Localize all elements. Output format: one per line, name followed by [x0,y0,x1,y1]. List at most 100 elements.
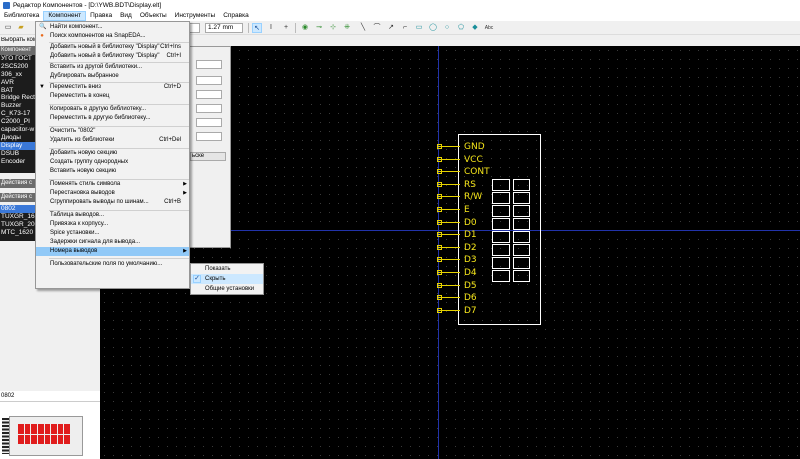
menu-item[interactable]: ▼ Переместить вниз Ctrl+D [36,83,189,92]
menu-item[interactable]: Создать группу однородных [36,158,189,167]
pin-array-icon[interactable]: ⊸ [314,23,324,33]
menu-tools[interactable]: Инструменты [171,11,220,21]
menu-component[interactable]: Компонент [43,11,87,21]
rectangle-icon[interactable]: ▭ [414,23,424,33]
menu-item[interactable]: ● Поиск компонентов на SnapEDA... [36,32,189,41]
submenu-general-settings[interactable]: Общие установки [191,284,263,294]
menu-edit[interactable]: Правка [86,11,116,21]
grid-select[interactable]: 1.27 mm [205,23,243,33]
snapeda-icon: ● [40,33,44,39]
arrow-icon[interactable]: ↗ [386,23,396,33]
menu-item-label: Вставить новую секцию [50,168,117,174]
dialog-field[interactable] [196,76,222,85]
list-item[interactable]: MTC_1620 [0,229,38,237]
list-item-selected[interactable]: Display [0,141,38,150]
menu-item[interactable]: Дублировать выбранное [36,72,189,81]
menu-item[interactable]: Таблица выводов... [36,211,189,220]
pin-group-icon[interactable]: ⊹ [328,23,338,33]
submenu-show[interactable]: Показать [191,264,263,274]
list-item[interactable]: Encoder [0,158,38,166]
menu-item[interactable]: Spice установки... [36,229,189,238]
list-item[interactable]: AVR [0,79,38,87]
list-item[interactable]: TUXGR_162 [0,213,38,221]
list-item[interactable]: C2000_PI [0,118,38,126]
menu-item[interactable]: Копировать в другую библиотеку... [36,105,189,114]
line-icon[interactable]: ╲ [358,23,368,33]
app-icon [3,2,10,9]
display-segments [492,179,530,282]
list-item-selected[interactable]: 0802 [0,205,38,213]
list-item[interactable]: BAT [0,87,38,95]
fill-icon[interactable]: ◆ [470,23,480,33]
submenu-hide[interactable]: ✓ Скрыть [191,274,263,284]
menu-item[interactable]: Вставить новую секцию [36,167,189,176]
checkmark-icon: ✓ [193,275,201,283]
list-item[interactable]: Диоды [0,134,38,142]
list-item[interactable]: УГО ГОСТ [0,55,38,63]
menu-item[interactable]: Перестановка выводов ▶ [36,189,189,198]
bus-icon[interactable]: ⁜ [342,23,352,33]
list-item[interactable]: DSUB [0,150,38,158]
dialog-field[interactable] [196,104,222,113]
dialog-field[interactable] [196,60,222,69]
down-arrow-icon: ▼ [39,84,45,90]
pin-icon[interactable]: ◉ [300,23,310,33]
pin-label: D2 [464,242,477,253]
pin-label: D4 [464,268,477,278]
menu-item[interactable]: Удалить из библиотеки Ctrl+Del [36,136,189,145]
component-list: УГО ГОСТ 2SC5200 306_xx AVR BAT Bridge R… [0,55,38,173]
list-item[interactable]: 2SC5200 [0,63,38,71]
menu-item-shortcut: Ctrl+B [164,199,181,205]
text-icon[interactable]: Abc [484,23,494,33]
menu-item[interactable]: Сгруппировать выводы по шинам... Ctrl+B [36,198,189,207]
actions-header[interactable]: Действия с [0,179,38,188]
pin-label: E [464,205,470,215]
menu-item-shortcut: Ctrl+Ins [160,44,181,50]
menu-item[interactable]: 🔍 Найти компонент... [36,23,189,32]
menu-item[interactable]: Переместить в другую библиотеку... [36,114,189,123]
menu-item[interactable]: Привязка к корпусу... [36,220,189,229]
cross-icon[interactable]: + [281,23,291,33]
pointer-icon[interactable]: ↖ [252,23,262,33]
list-item[interactable]: TUXGR_202 [0,221,38,229]
dialog-button[interactable]: ьскe [190,152,226,161]
pin-label: D3 [464,255,477,266]
menu-item[interactable]: Добавить новый в библиотеку "Display" Ctr… [36,43,189,52]
new-icon[interactable]: ▭ [3,23,13,33]
dialog-field[interactable] [196,132,222,141]
menu-objects[interactable]: Объекты [136,11,171,21]
menu-item[interactable]: Поменять стиль символа ▶ [36,180,189,189]
list-item[interactable]: C_K73-17 [0,110,38,118]
list-item[interactable]: capacitor-w [0,126,38,134]
pin-label: GND [464,142,485,152]
menu-item[interactable]: Пользовательские поля по умолчанию... [36,260,189,269]
list-item[interactable]: 306_xx [0,71,38,79]
menu-item[interactable]: Очистить "0802" [36,127,189,136]
menu-help[interactable]: Справка [219,11,253,21]
dialog-field[interactable] [196,90,222,99]
menu-item-label: Сгруппировать выводы по шинам... [50,199,149,205]
menu-item[interactable]: Задержки сигнала для вывода... [36,238,189,247]
polygon-icon[interactable]: ⬠ [456,23,466,33]
ellipse-icon[interactable]: ◯ [428,23,438,33]
list-item[interactable]: Bridge Rect [0,94,38,102]
menu-item[interactable]: Вставить из другой библиотеки... [36,63,189,72]
open-icon[interactable]: ▰ [16,23,26,33]
polyline-icon[interactable]: ⌐ [400,23,410,33]
pin-label: R/W [464,192,483,203]
menu-view[interactable]: Вид [116,11,136,21]
dialog-field[interactable] [196,118,222,127]
list-item[interactable]: Buzzer [0,102,38,110]
arc-icon[interactable]: ⌒ [372,23,382,33]
menu-bar: Библиотека Компонент Правка Вид Объекты … [0,11,800,21]
menu-item[interactable]: Номера выводов ▶ [36,247,189,256]
text-cursor-icon[interactable]: I [266,23,276,33]
menu-library[interactable]: Библиотека [0,11,43,21]
menu-item-label: Вставить из другой библиотеки... [50,64,143,70]
menu-item-label: Переместить в конец [50,93,110,99]
actions-header[interactable]: Действия с [0,193,38,202]
menu-item[interactable]: Переместить в конец [36,92,189,101]
menu-item[interactable]: Добавить новую секцию [36,149,189,158]
menu-item[interactable]: Добавить новый в библиотеку "Display" Ctr… [36,52,189,61]
circle-icon[interactable]: ○ [442,23,452,33]
